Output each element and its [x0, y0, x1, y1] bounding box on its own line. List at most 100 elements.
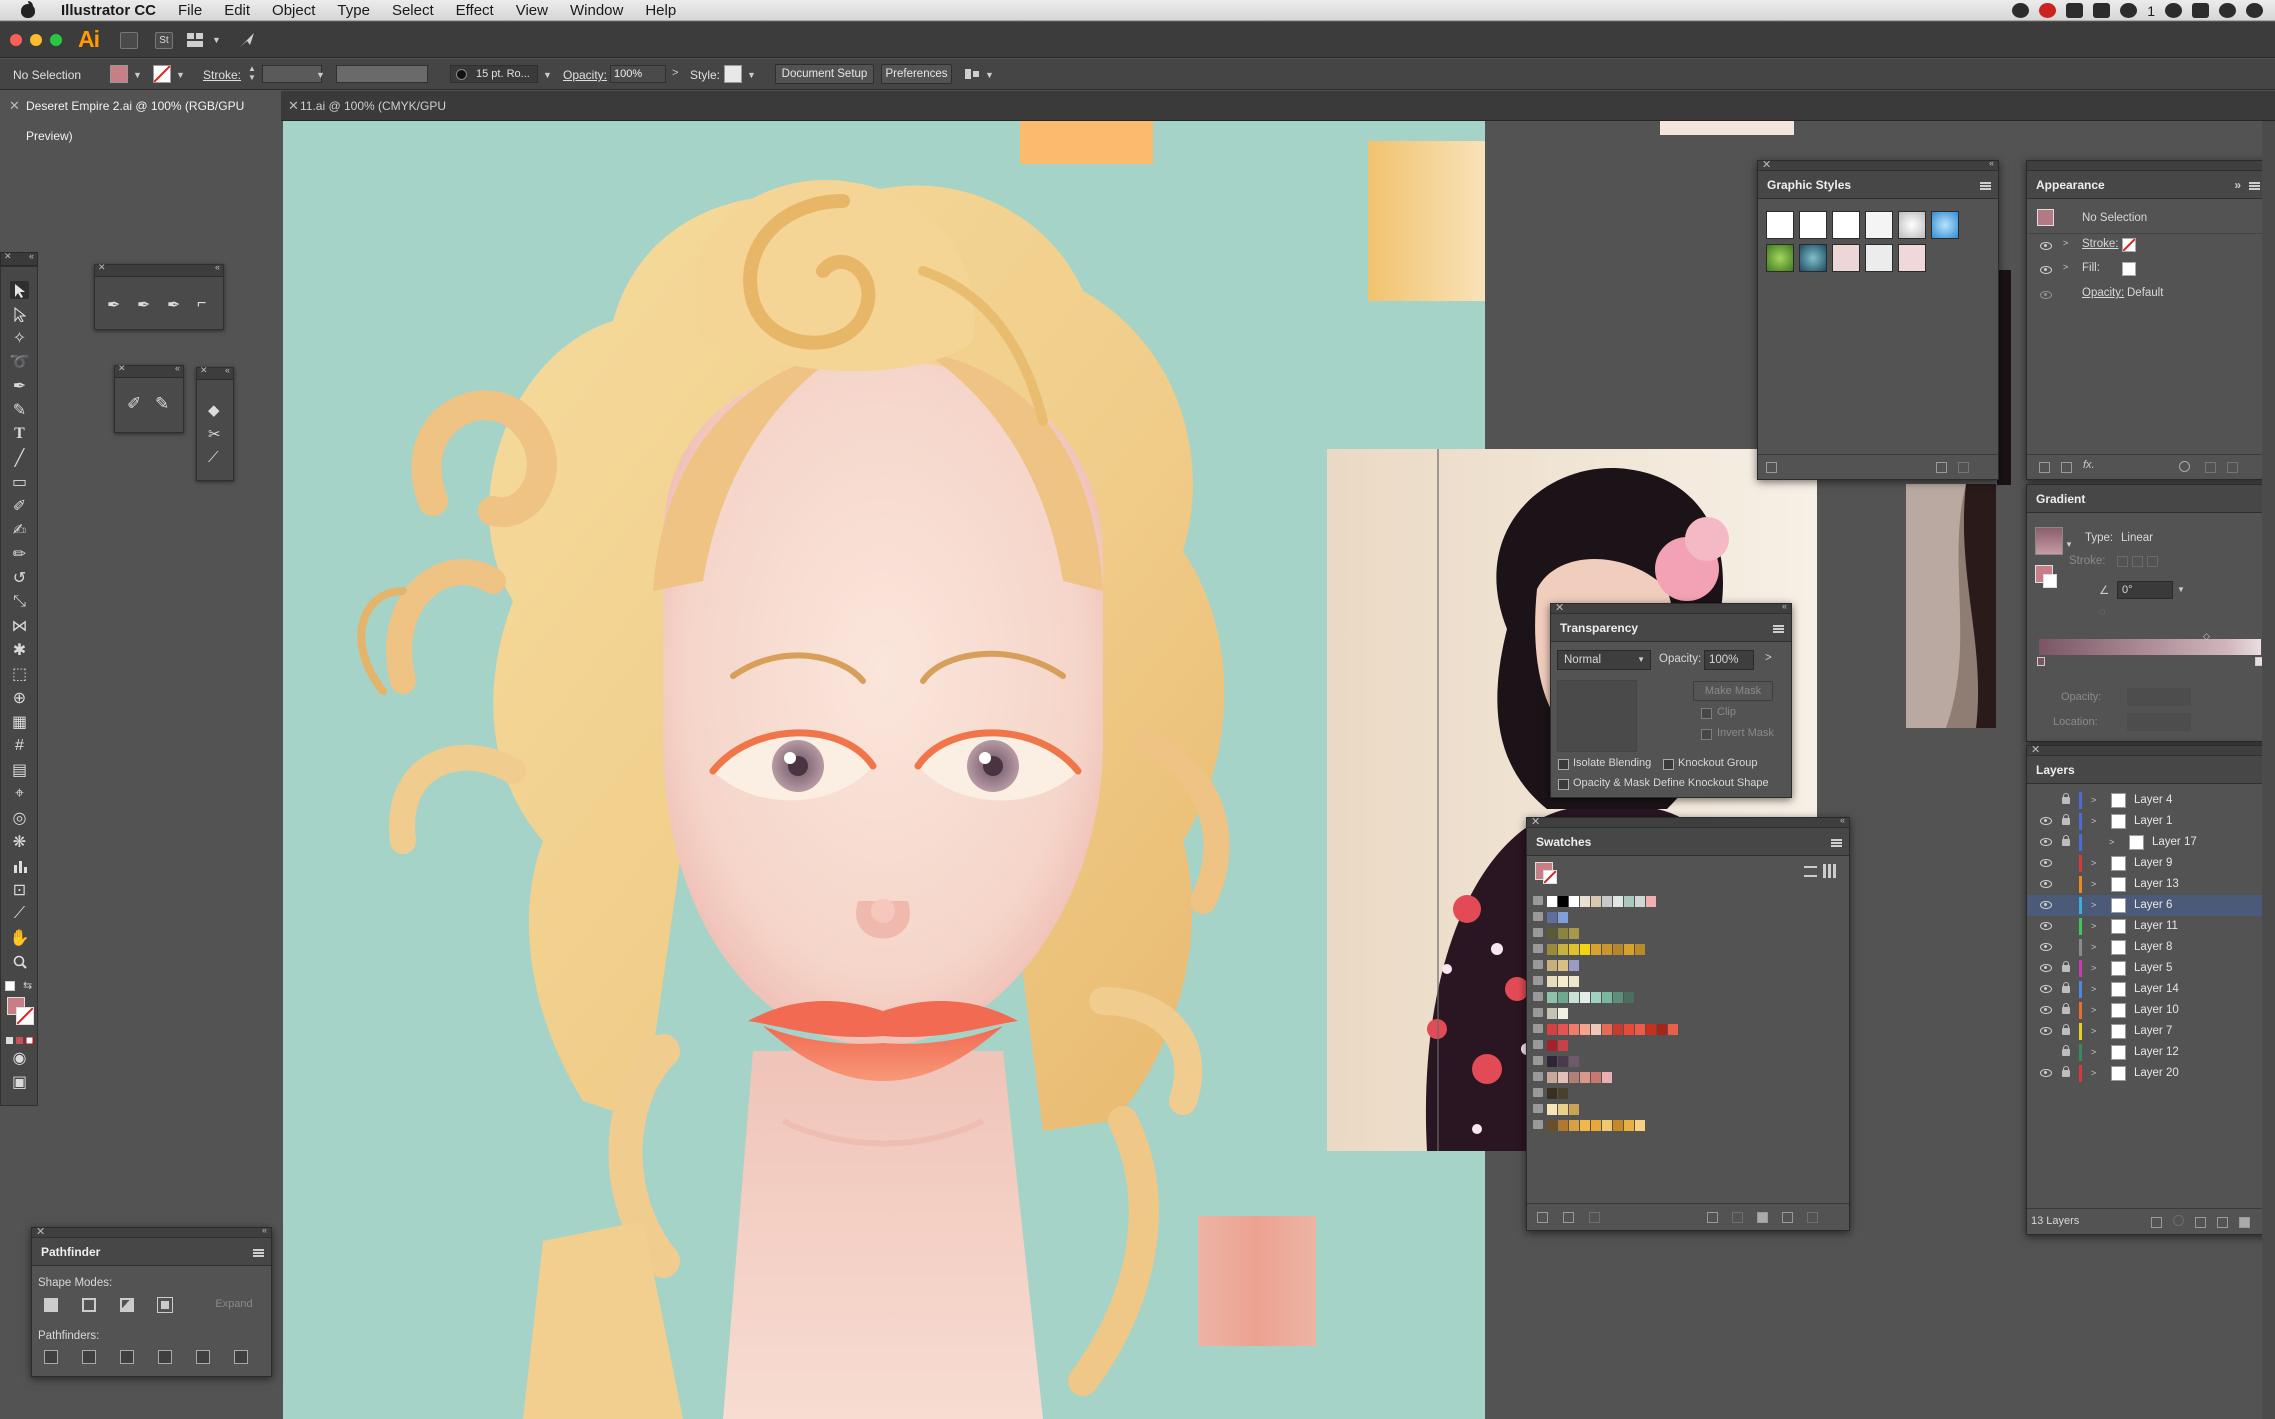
- swatch[interactable]: [1613, 944, 1623, 955]
- opacity-label[interactable]: Opacity:: [2082, 287, 2124, 299]
- minus-front-icon[interactable]: [82, 1298, 96, 1312]
- type-value[interactable]: Linear: [2121, 532, 2153, 544]
- swatch[interactable]: [1646, 1024, 1656, 1035]
- crop-icon[interactable]: [158, 1350, 172, 1364]
- gradient-stop-left[interactable]: [2037, 657, 2045, 666]
- swatch[interactable]: [1613, 1120, 1623, 1131]
- layer-row[interactable]: > Layer 17: [2027, 832, 2269, 853]
- hand-tool-icon[interactable]: ✋: [10, 929, 30, 947]
- lock-icon[interactable]: [2062, 814, 2070, 825]
- duplicate-item-icon[interactable]: [2205, 462, 2216, 473]
- visibility-eye-icon[interactable]: [2040, 964, 2052, 972]
- expand-arrow-icon[interactable]: >: [2091, 1021, 2096, 1042]
- gradient-preset-dropdown-icon[interactable]: ▼: [2065, 540, 2073, 549]
- swatch[interactable]: [1580, 992, 1590, 1003]
- opacity-label[interactable]: Opacity:: [563, 68, 607, 82]
- swatch[interactable]: [1580, 896, 1590, 907]
- mail-icon[interactable]: [2192, 3, 2209, 18]
- swatch[interactable]: [1558, 1056, 1568, 1067]
- graphic-style-2[interactable]: [1799, 211, 1827, 239]
- scissors-tool-icon[interactable]: ✂: [208, 425, 221, 443]
- blend-tool-icon[interactable]: ◎: [10, 809, 29, 827]
- color-group-folder-icon[interactable]: [1533, 928, 1543, 937]
- gradient-opacity-input[interactable]: [2127, 688, 2191, 706]
- graphic-style-4[interactable]: [1865, 211, 1893, 239]
- gradient-slider[interactable]: [2039, 639, 2261, 655]
- swatch[interactable]: [1569, 1120, 1579, 1131]
- stroke-swatch[interactable]: [153, 65, 171, 83]
- swatch[interactable]: [1569, 976, 1579, 987]
- graphic-style-5[interactable]: [1898, 211, 1926, 239]
- swatch[interactable]: [1624, 992, 1634, 1003]
- merge-icon[interactable]: [120, 1350, 134, 1364]
- folder-icon[interactable]: [1757, 1212, 1768, 1223]
- swatch[interactable]: [1569, 944, 1579, 955]
- fill-row[interactable]: > Fill:: [2027, 258, 2267, 282]
- new-swatch-icon[interactable]: [1782, 1212, 1793, 1223]
- minus-back-icon[interactable]: [234, 1350, 248, 1364]
- graphic-style-11[interactable]: [1898, 244, 1926, 272]
- layer-row[interactable]: > Layer 11: [2027, 916, 2269, 937]
- eraser-tool-icon[interactable]: ◆: [208, 401, 220, 419]
- panel-top-bar[interactable]: ✕ «: [1527, 815, 1849, 828]
- swatch[interactable]: [1624, 1120, 1634, 1131]
- minimize-window-button[interactable]: [30, 34, 42, 46]
- lock-icon[interactable]: [2062, 793, 2070, 804]
- expand-arrow-icon[interactable]: >: [2091, 937, 2096, 958]
- swatch[interactable]: [1635, 896, 1645, 907]
- visibility-eye-icon[interactable]: [2040, 817, 2052, 825]
- swatch[interactable]: [1547, 1120, 1557, 1131]
- delete-item-icon[interactable]: [2227, 462, 2238, 473]
- delete-swatch-icon[interactable]: [1807, 1212, 1818, 1223]
- gpu-performance-icon[interactable]: [238, 31, 256, 49]
- visibility-eye-icon[interactable]: [2040, 266, 2052, 274]
- swatch[interactable]: [1558, 896, 1568, 907]
- graphic-style-3[interactable]: [1832, 211, 1860, 239]
- brush-definition[interactable]: 15 pt. Ro...: [450, 65, 538, 83]
- menu-file[interactable]: File: [167, 0, 213, 21]
- expand-arrow-icon[interactable]: >: [2091, 874, 2096, 895]
- clear-appearance-icon[interactable]: [2179, 461, 2190, 472]
- pen-tool-icon[interactable]: ✒: [10, 377, 29, 395]
- swatch[interactable]: [1558, 992, 1568, 1003]
- shaper-tool-icon[interactable]: ✍: [10, 521, 29, 539]
- visibility-eye-icon[interactable]: [2040, 1006, 2052, 1014]
- swatch[interactable]: [1591, 1120, 1601, 1131]
- bridge-button[interactable]: [120, 32, 138, 49]
- color-group-folder-icon[interactable]: [1533, 1072, 1543, 1081]
- reference-photo-crop[interactable]: [1906, 484, 1996, 728]
- expand-arrow-icon[interactable]: >: [2091, 1000, 2096, 1021]
- color-group-folder-icon[interactable]: [1533, 1104, 1543, 1113]
- swatch[interactable]: [1646, 896, 1656, 907]
- messages-icon[interactable]: [2120, 3, 2138, 18]
- time-machine-icon[interactable]: [2219, 3, 2236, 18]
- add-new-stroke-icon[interactable]: [2039, 462, 2050, 473]
- stroke-dropdown-icon[interactable]: ▼: [176, 70, 185, 80]
- swatch[interactable]: [1591, 896, 1601, 907]
- visibility-eye-icon[interactable]: [2040, 242, 2052, 250]
- expand-arrow-icon[interactable]: >: [2109, 832, 2114, 853]
- swatch[interactable]: [1558, 928, 1568, 939]
- stroke-label[interactable]: Stroke:: [203, 68, 241, 82]
- expand-arrow-icon[interactable]: >: [2091, 790, 2096, 811]
- swatch[interactable]: [1569, 896, 1579, 907]
- menu-effect[interactable]: Effect: [445, 0, 505, 21]
- document-setup-button[interactable]: Document Setup: [775, 64, 874, 84]
- swatch[interactable]: [1602, 1024, 1612, 1035]
- zoom-tool-icon[interactable]: [10, 953, 29, 971]
- lock-icon[interactable]: [2062, 1024, 2070, 1035]
- swatch[interactable]: [1547, 1104, 1557, 1115]
- graphic-style-8[interactable]: [1799, 244, 1827, 272]
- visibility-eye-icon[interactable]: [2040, 838, 2052, 846]
- show-swatch-kinds-icon[interactable]: [1563, 1212, 1574, 1223]
- visibility-eye-icon[interactable]: [2040, 1027, 2052, 1035]
- mesh-tool-icon[interactable]: #: [10, 737, 29, 755]
- swatch[interactable]: [1558, 960, 1568, 971]
- close-tab-icon[interactable]: ✕: [9, 91, 20, 121]
- expand-arrow-icon[interactable]: >: [2091, 895, 2096, 916]
- panel-menu-icon[interactable]: [1831, 839, 1842, 847]
- swatch[interactable]: [1635, 1120, 1645, 1131]
- swatch[interactable]: [1558, 1088, 1568, 1099]
- lock-icon[interactable]: [2062, 961, 2070, 972]
- layer-row[interactable]: > Layer 14: [2027, 979, 2269, 1000]
